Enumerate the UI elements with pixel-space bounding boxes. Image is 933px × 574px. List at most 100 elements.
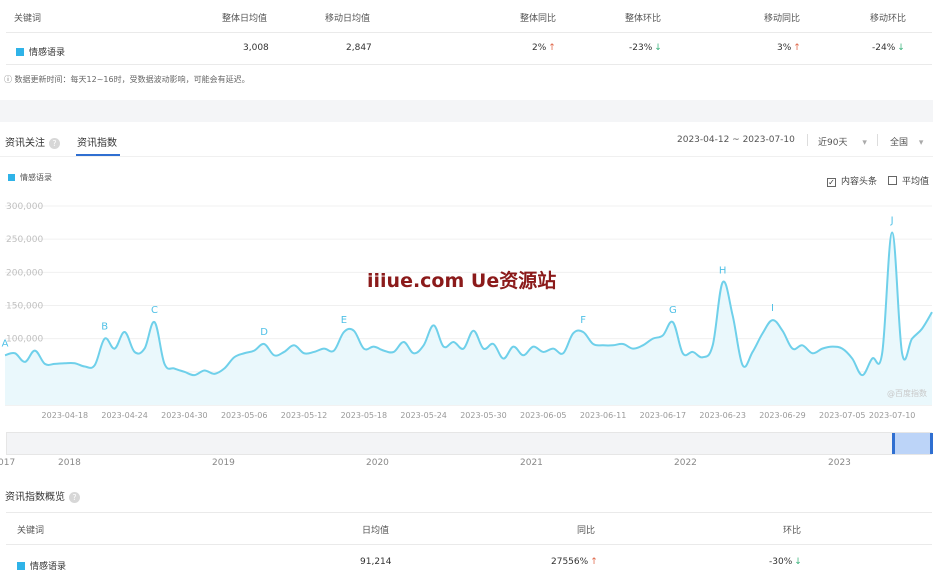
arrow-down-icon: ↓ [794,557,802,567]
header-mobile-mom: 移动环比 [870,14,907,24]
divider [6,512,932,513]
arrow-down-icon: ↓ [897,43,905,53]
checkbox-unchecked-icon [888,176,897,185]
overview-title: 资讯指数概览? [5,488,80,503]
annotation-label: H [719,265,727,276]
series-color-swatch [17,562,25,570]
help-icon[interactable]: ? [69,492,80,503]
period-label: 近90天 [818,138,848,148]
average-checkbox[interactable]: 平均值 [888,174,929,187]
annotation-label: C [151,305,158,316]
y-tick-label: 150,000 [6,302,43,312]
arrow-up-icon: ↑ [793,43,801,53]
timeline-year-label: 2023 [828,458,851,468]
date-range-picker[interactable]: 2023-04-12 ~ 2023-07-10 [677,135,795,145]
overall-mom-value: -23% [629,43,653,53]
header-overall-daily-avg: 整体日均值 [222,14,268,24]
overall-yoy-value: 2% [532,43,547,53]
help-icon[interactable]: ? [49,138,60,149]
chevron-down-icon: ▾ [862,138,867,148]
x-tick-label: 2023-05-06 [221,411,268,420]
annotation-label: G [669,305,677,316]
x-tick-label: 2023-06-17 [640,411,687,420]
baidu-index-mark: @百度指数 [887,389,927,398]
header-mobile-daily-avg: 移动日均值 [325,14,371,24]
content-headline-checkbox[interactable]: ✓ 内容头条 [827,174,877,187]
timeline-year-label: 2018 [58,458,81,468]
x-tick-label: 2023-05-24 [400,411,447,420]
overview-header-keyword: 关键词 [17,526,45,536]
annotation-label: D [260,327,268,338]
update-note: ⓘ 数据更新时间：每天12~16时，受数据波动影响，可能会有延迟。 [4,75,250,84]
header-overall-yoy: 整体同比 [520,14,557,24]
section-separator [0,100,933,122]
overview-header-mom: 环比 [783,526,802,536]
period-select[interactable]: 近90天 ▾ [818,135,867,148]
timeline-handle-left[interactable] [892,433,895,454]
annotation-label: F [580,315,586,326]
chevron-down-icon: ▾ [918,138,924,148]
annotation-label: A [2,338,9,349]
series-color-swatch [16,48,24,56]
overview-keyword-cell: 情感语录 [17,559,66,572]
timeline-slider[interactable] [6,432,933,455]
annotation-label: B [101,322,108,333]
overall-mom-cell: -23% ↓ [629,43,662,53]
legend-swatch [8,174,15,181]
divider [6,64,932,65]
mobile-yoy-cell: 3% ↑ [777,43,801,53]
annotation-label: E [341,315,347,326]
y-tick-label: 300,000 [6,202,43,212]
x-tick-label: 2023-06-11 [580,411,627,420]
tab-news-index[interactable]: 资讯指数 [77,134,117,149]
checkbox-label: 平均值 [902,177,930,187]
separator [877,134,878,146]
x-tick-label: 2023-07-05 [819,411,866,420]
overview-header-daily-avg: 日均值 [362,526,390,536]
overview-daily-avg-value: 91,214 [360,557,392,567]
overview-mom-cell: -30% ↓ [769,557,802,567]
header-overall-mom: 整体环比 [625,14,662,24]
arrow-up-icon: ↑ [548,43,556,53]
annotation-label: J [890,216,894,227]
overall-daily-avg-value: 3,008 [243,43,269,53]
x-tick-label: 2023-04-30 [161,411,208,420]
keyword-label: 情感语录 [29,48,66,58]
series-area [5,232,932,405]
timeline-selection[interactable] [893,433,933,454]
index-trend-chart[interactable]: 300,000250,000200,000150,000100,00050,00… [0,190,933,422]
separator [807,134,808,146]
checkbox-label: 内容头条 [841,177,878,187]
x-tick-label: 2023-07-10 [869,411,916,420]
watermark: iiiue.com Ue资源站 [367,270,557,292]
overview-header-yoy: 同比 [577,526,596,536]
timeline-year-label: 017 [0,458,16,468]
arrow-down-icon: ↓ [654,43,662,53]
x-tick-label: 2023-05-12 [281,411,328,420]
header-keyword: 关键词 [14,14,42,24]
mobile-yoy-value: 3% [777,43,792,53]
timeline-year-label: 2022 [674,458,697,468]
y-tick-label: 200,000 [6,268,43,278]
arrow-up-icon: ↑ [590,557,598,567]
tab-news-attention[interactable]: 资讯关注? [5,134,60,149]
region-select[interactable]: 全国 ▾ [890,135,923,148]
x-tick-label: 2023-04-24 [101,411,148,420]
x-tick-label: 2023-06-29 [759,411,806,420]
overview-yoy-value: 27556% [551,557,589,567]
overview-mom-value: -30% [769,557,793,567]
timeline-year-label: 2020 [366,458,389,468]
x-tick-label: 2023-06-23 [699,411,746,420]
overall-yoy-cell: 2% ↑ [532,43,556,53]
mobile-mom-cell: -24% ↓ [872,43,905,53]
timeline-year-label: 2021 [520,458,543,468]
chart-legend[interactable]: 情感语录 [8,172,52,183]
overview-title-text: 资讯指数概览 [5,492,65,503]
timeline-year-label: 2019 [212,458,235,468]
x-tick-label: 2023-05-30 [460,411,507,420]
x-tick-label: 2023-06-05 [520,411,567,420]
y-tick-label: 250,000 [6,235,43,245]
checkbox-checked-icon: ✓ [827,178,836,187]
annotation-label: I [771,303,774,314]
keyword-cell: 情感语录 [16,45,65,58]
